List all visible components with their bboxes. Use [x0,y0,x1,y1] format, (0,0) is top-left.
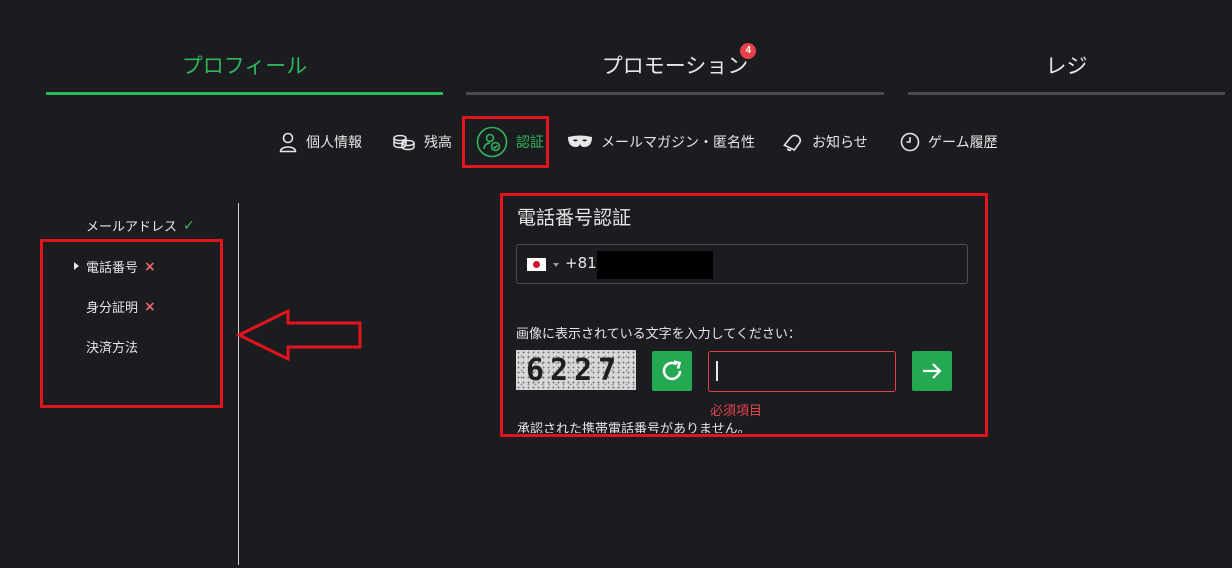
tab-profile[interactable]: プロフィール [46,50,443,90]
annotation-arrow-icon [236,308,362,362]
text-cursor [716,361,718,381]
phone-number-field[interactable]: +81 [516,244,968,284]
left-nav-payment[interactable]: 決済方法 [86,337,138,356]
arrow-right-icon [923,363,942,379]
captcha-image: 6227 [516,350,636,390]
no-verified-phone-message: 承認された携帯電話番号がありません。 [517,422,751,433]
captcha-text: 6227 [526,353,623,388]
sidebar-divider [238,203,239,565]
redacted-phone-number[interactable] [597,251,713,279]
captcha-input[interactable] [708,351,896,392]
left-nav-phone-label: 電話番号 [86,261,139,276]
refresh-icon [662,360,682,381]
subtab-newsletter[interactable]: メールマガジン・匿名性 [567,126,755,158]
cross-icon: × [144,298,156,315]
subtab-notifications-label: お知らせ [812,135,868,151]
required-field-error: 必須項目 [710,404,763,419]
subtab-balance-label: 残高 [424,135,452,151]
chevron-down-icon[interactable] [553,263,559,267]
coins-icon [393,134,415,151]
tab-cashier[interactable]: レジ [908,50,1225,90]
promotion-count-badge: 4 [740,43,757,59]
subtab-notifications[interactable]: お知らせ [782,126,868,158]
tab-cashier-underline [908,92,1225,95]
left-nav-id-label: 身分証明 [86,301,139,316]
check-icon: ✓ [183,217,195,234]
left-nav-phone[interactable]: 電話番号 × [86,257,156,277]
mask-icon [568,135,592,147]
tab-profile-underline [46,92,443,95]
tab-cashier-label: レジ [1045,54,1088,78]
bell-icon [783,134,802,152]
left-nav-payment-label: 決済方法 [86,341,139,356]
tab-promotion-underline [466,92,884,95]
subtab-game-history-label: ゲーム履歴 [928,135,998,151]
tab-profile-label: プロフィール [181,54,308,78]
refresh-captcha-button[interactable] [652,351,692,391]
left-nav-email[interactable]: メールアドレス ✓ [86,216,195,236]
subtab-personal-info[interactable]: 個人情報 [278,126,362,158]
person-icon [279,132,297,153]
subtab-game-history[interactable]: ゲーム履歴 [900,126,998,158]
left-nav-id[interactable]: 身分証明 × [86,297,156,317]
cross-icon: × [144,258,156,275]
left-nav-email-label: メールアドレス [86,220,178,235]
tab-promotion[interactable]: プロモーション 4 [466,43,884,90]
subtab-newsletter-label: メールマガジン・匿名性 [601,135,755,151]
subtab-balance[interactable]: 残高 [392,126,452,158]
dial-code: +81 [565,254,597,272]
captcha-label: 画像に表示されている文字を入力してください： [516,327,801,342]
tab-promotion-label: プロモーション [601,54,749,78]
caret-right-icon [74,262,79,270]
japan-flag-icon[interactable] [527,258,546,271]
annotation-box-verification-tab [462,116,549,168]
submit-captcha-button[interactable] [912,351,952,391]
subtab-personal-info-label: 個人情報 [306,135,362,151]
clock-icon [900,132,920,152]
panel-title: 電話番号認証 [517,207,632,229]
